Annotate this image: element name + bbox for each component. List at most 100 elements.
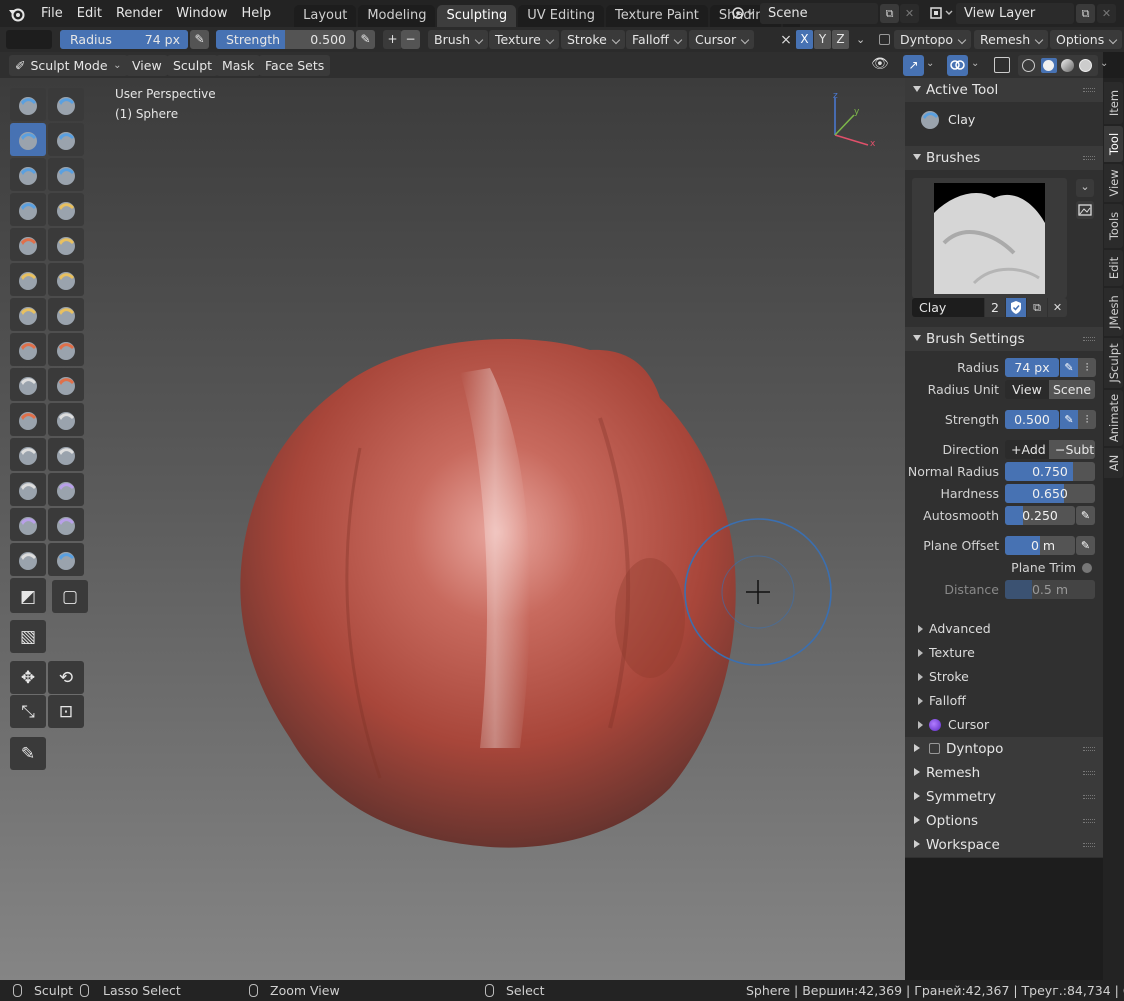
brush-name-field[interactable]: Clay (912, 298, 984, 317)
scene-name-field[interactable]: Scene (760, 3, 878, 24)
wireframe-shading-icon[interactable] (1022, 59, 1035, 72)
falloff-subpanel[interactable]: Falloff (918, 693, 966, 708)
fill-brush-icon[interactable] (48, 263, 84, 296)
radius-pressure-icon[interactable]: ✎ (190, 30, 209, 49)
menu-file[interactable]: File (34, 0, 70, 27)
dyntopo-checkbox[interactable] (879, 34, 890, 45)
inflate-brush-icon[interactable] (10, 193, 46, 226)
direction-add-button[interactable]: +Add (1005, 440, 1049, 459)
brush-image-icon[interactable] (1076, 201, 1094, 219)
annotate-tool-icon[interactable]: ✎ (10, 737, 46, 770)
gizmo-dropdown-icon[interactable]: ⌄ (926, 58, 934, 69)
strength-prop-field[interactable]: 0.500 (1005, 410, 1059, 429)
hardness-field[interactable]: 0.650 (1005, 484, 1095, 503)
symmetry-y-button[interactable]: Y (814, 30, 831, 49)
flatten-brush-icon[interactable] (10, 263, 46, 296)
gizmo-icon[interactable]: ↗ (903, 55, 924, 76)
simplify-brush-icon[interactable] (48, 508, 84, 541)
strength-unified-icon[interactable]: ⫶ (1078, 410, 1096, 429)
radius-pressure-toggle-icon[interactable]: ✎ (1060, 358, 1078, 377)
mask-menu[interactable]: Mask (216, 55, 261, 76)
material-shading-icon[interactable] (1061, 59, 1074, 72)
view-layer-selector-icon[interactable] (928, 4, 954, 23)
scrape-brush-icon[interactable] (10, 298, 46, 331)
tab-texture-paint[interactable]: Texture Paint (606, 5, 708, 27)
pinch-brush-icon[interactable] (10, 333, 46, 366)
tab-uv-editing[interactable]: UV Editing (518, 5, 605, 27)
view-layer-field[interactable]: View Layer (956, 3, 1074, 24)
transform-icon[interactable]: ⊡ (48, 695, 84, 728)
strength-pressure-toggle-icon[interactable]: ✎ (1060, 410, 1078, 429)
clay-strips-brush-icon[interactable] (48, 123, 84, 156)
menu-window[interactable]: Window (169, 0, 234, 27)
brush-users-count[interactable]: 2 (985, 298, 1005, 317)
sculpted-sphere[interactable] (230, 328, 750, 858)
brush-duplicate-icon[interactable]: ⧉ (1027, 298, 1047, 317)
boundary-brush-icon[interactable] (48, 473, 84, 506)
stroke-subpanel[interactable]: Stroke (918, 669, 969, 684)
menu-edit[interactable]: Edit (70, 0, 109, 27)
options-panel-header[interactable]: Options (905, 809, 1103, 833)
nudge-brush-icon[interactable] (10, 438, 46, 471)
draw-brush-icon[interactable] (10, 88, 46, 121)
view-menu[interactable]: View (126, 55, 168, 76)
smooth-brush-icon[interactable] (48, 228, 84, 261)
mask-brush-icon[interactable] (10, 543, 46, 576)
mask-lasso-icon[interactable]: ▢ (52, 580, 88, 613)
direction-subtract-icon[interactable]: − (401, 30, 420, 49)
tab-tool[interactable]: Tool (1104, 126, 1123, 162)
tab-edit[interactable]: Edit (1104, 250, 1123, 286)
scene-selector-icon[interactable] (730, 4, 756, 23)
dyntopo-panel-checkbox[interactable] (929, 743, 940, 754)
crease-brush-icon[interactable] (10, 228, 46, 261)
cursor-dropdown[interactable]: Cursor (689, 30, 755, 49)
rotate-transform-icon[interactable]: ⟲ (48, 661, 84, 694)
tab-tools[interactable]: Tools (1104, 204, 1123, 248)
face-sets-menu[interactable]: Face Sets (259, 55, 331, 76)
cloth-brush-icon[interactable] (10, 508, 46, 541)
strength-pressure-icon[interactable]: ✎ (356, 30, 375, 49)
strength-field[interactable]: Strength 0.500 (216, 30, 354, 49)
thumb-brush-icon[interactable] (10, 403, 46, 436)
brush-preview-box[interactable] (912, 178, 1067, 298)
texture-dropdown[interactable]: Texture (489, 30, 559, 49)
falloff-dropdown[interactable]: Falloff (626, 30, 687, 49)
shading-dropdown-icon[interactable]: ⌄ (1100, 58, 1108, 69)
brushes-panel-header[interactable]: Brushes (905, 146, 1103, 170)
layer-brush-icon[interactable] (48, 158, 84, 191)
texture-subpanel[interactable]: Texture (918, 645, 975, 660)
blender-logo-icon[interactable] (0, 0, 34, 27)
scene-copy-icon[interactable]: ⧉ (880, 4, 899, 23)
symmetry-x-button[interactable]: X (796, 30, 813, 49)
radius-unit-scene-button[interactable]: Scene (1049, 380, 1095, 399)
tab-item[interactable]: Item (1104, 82, 1123, 124)
slide-relax-brush-icon[interactable] (10, 473, 46, 506)
move-transform-icon[interactable]: ✥ (10, 661, 46, 694)
sculpt-menu[interactable]: Sculpt (167, 55, 219, 76)
tab-an[interactable]: AN (1104, 448, 1123, 478)
dyntopo-panel-header[interactable]: Dyntopo (905, 737, 1103, 761)
solid-shading-button[interactable] (1041, 58, 1057, 73)
options-dropdown[interactable]: Options (1050, 30, 1123, 49)
fake-user-shield-icon[interactable] (1006, 298, 1026, 317)
plane-trim-checkbox[interactable] (1082, 563, 1092, 573)
symmetry-z-button[interactable]: Z (832, 30, 849, 49)
scene-close-icon[interactable]: ✕ (900, 4, 919, 23)
view-layer-copy-icon[interactable]: ⧉ (1076, 4, 1095, 23)
draw-face-sets-brush-icon[interactable] (48, 543, 84, 576)
clay-thumb-brush-icon[interactable] (10, 158, 46, 191)
menu-help[interactable]: Help (235, 0, 279, 27)
active-tool-panel-header[interactable]: Active Tool (905, 78, 1103, 102)
tab-jmesh[interactable]: JMesh (1104, 288, 1123, 336)
scale-transform-icon[interactable]: ⤡ (10, 695, 46, 728)
overlay-dropdown-icon[interactable]: ⌄ (971, 58, 979, 69)
axis-gizmo-icon[interactable]: z y x (820, 90, 880, 150)
advanced-subpanel[interactable]: Advanced (918, 621, 991, 636)
tab-jsculpt[interactable]: JSculpt (1104, 338, 1123, 388)
remesh-panel-header[interactable]: Remesh (905, 761, 1103, 785)
draw-sharp-brush-icon[interactable] (48, 88, 84, 121)
autosmooth-pressure-icon[interactable]: ✎ (1076, 506, 1095, 525)
radius-field[interactable]: Radius 74 px (60, 30, 188, 49)
tab-modeling[interactable]: Modeling (358, 5, 436, 27)
multiplane-scrape-brush-icon[interactable] (48, 298, 84, 331)
